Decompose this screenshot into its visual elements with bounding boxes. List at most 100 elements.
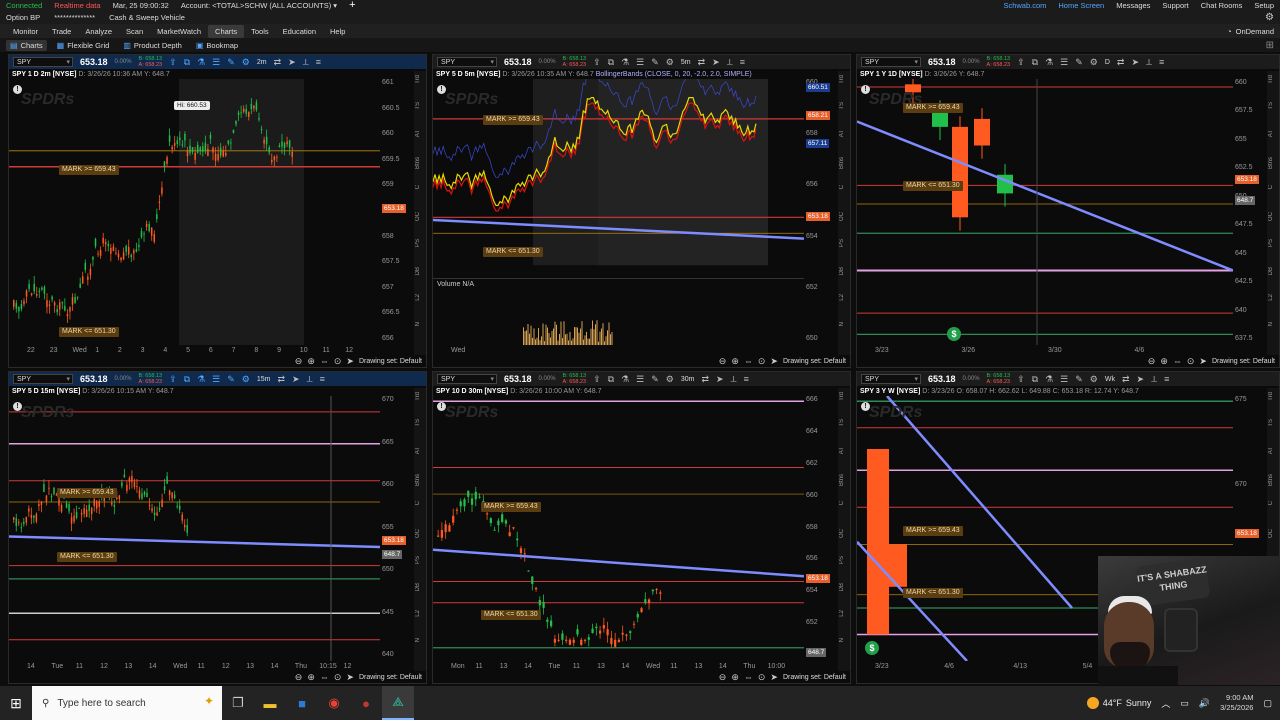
sync-icon[interactable]: ⇄: [698, 57, 706, 68]
side-tab[interactable]: Trd: [415, 75, 421, 84]
side-tab[interactable]: PS: [415, 239, 421, 247]
side-tab[interactable]: AT: [839, 130, 845, 137]
drawings-icon[interactable]: ≡: [740, 57, 745, 67]
side-tab[interactable]: Trd: [839, 392, 845, 401]
flask-icon[interactable]: ⚗: [1045, 57, 1053, 68]
side-tab[interactable]: DB: [1268, 267, 1274, 275]
reset-zoom-icon[interactable]: ⊙: [1187, 356, 1195, 367]
menu-help[interactable]: Help: [323, 25, 352, 38]
support-link[interactable]: Support: [1162, 1, 1188, 10]
notification-icon[interactable]: ▢: [1263, 698, 1272, 709]
side-tab[interactable]: AT: [415, 447, 421, 454]
ruler-icon[interactable]: ⟂: [731, 374, 737, 385]
pencil-icon[interactable]: ✎: [1075, 374, 1083, 385]
menu-tools[interactable]: Tools: [244, 25, 276, 38]
gear-icon[interactable]: ⚙: [666, 374, 674, 385]
symbol-selector[interactable]: SPY: [13, 374, 73, 384]
style-icon[interactable]: ☰: [1060, 374, 1068, 385]
side-tab[interactable]: C: [839, 501, 845, 505]
side-tab[interactable]: OC: [839, 212, 845, 221]
drawing-set-label[interactable]: Drawing set: Default: [783, 358, 846, 365]
cursor-mode-icon[interactable]: ➤: [346, 672, 354, 683]
reset-zoom-icon[interactable]: ⊙: [758, 672, 766, 683]
mark-alert-low[interactable]: MARK <= 651.30: [903, 181, 963, 191]
share-icon[interactable]: ⇪: [593, 57, 601, 68]
home-screen-link[interactable]: Home Screen: [1058, 1, 1104, 10]
dividend-icon[interactable]: $: [947, 327, 961, 341]
pan-icon[interactable]: ⇔: [320, 672, 329, 682]
pan-icon[interactable]: ⇔: [744, 672, 753, 682]
mark-alert-high[interactable]: MARK >= 659.43: [481, 502, 541, 512]
mark-alert-high[interactable]: MARK >= 659.43: [483, 115, 543, 125]
mark-alert-low[interactable]: MARK <= 651.30: [57, 552, 117, 562]
cursor-mode-icon[interactable]: ➤: [1199, 356, 1207, 367]
side-tab[interactable]: Btns: [839, 474, 845, 486]
timeframe-selector[interactable]: 2m: [257, 59, 267, 66]
mark-alert-high[interactable]: MARK >= 659.43: [57, 488, 117, 498]
zoom-in-icon[interactable]: ⊕: [307, 672, 315, 683]
side-tab[interactable]: TS: [415, 419, 421, 427]
timeframe-selector[interactable]: Wk: [1105, 376, 1115, 383]
side-tab[interactable]: N: [839, 638, 845, 642]
pencil-icon[interactable]: ✎: [1075, 57, 1083, 68]
side-tab[interactable]: OC: [415, 529, 421, 538]
sync-icon[interactable]: ⇄: [1122, 374, 1130, 385]
side-tab[interactable]: Trd: [1268, 392, 1274, 401]
record-app-icon[interactable]: ●: [350, 686, 382, 720]
drawings-icon[interactable]: ≡: [320, 374, 325, 384]
ondemand-button[interactable]: ◔ OnDemand: [1227, 27, 1274, 36]
side-tab[interactable]: L2: [415, 610, 421, 617]
side-tab[interactable]: TS: [839, 419, 845, 427]
chrome-icon[interactable]: ◉: [318, 686, 350, 720]
mark-alert-low[interactable]: MARK <= 651.30: [903, 588, 963, 598]
cursor-icon[interactable]: ➤: [1137, 374, 1145, 385]
weather-widget[interactable]: 44°F Sunny: [1086, 697, 1151, 709]
price-plot[interactable]: [857, 79, 1233, 345]
symbol-selector[interactable]: SPY: [861, 374, 921, 384]
link-icon[interactable]: ⧉: [608, 374, 614, 385]
side-tab[interactable]: C: [415, 185, 421, 189]
side-tab[interactable]: AT: [839, 447, 845, 454]
style-icon[interactable]: ☰: [636, 57, 644, 68]
side-tab[interactable]: PS: [1268, 239, 1274, 247]
side-tab[interactable]: Btns: [839, 157, 845, 169]
pan-icon[interactable]: ⇔: [744, 356, 753, 366]
flask-icon[interactable]: ⚗: [197, 57, 205, 68]
zoom-out-icon[interactable]: ⊖: [295, 672, 303, 683]
zoom-in-icon[interactable]: ⊕: [731, 672, 739, 683]
cursor-icon[interactable]: ➤: [712, 57, 720, 68]
style-icon[interactable]: ☰: [636, 374, 644, 385]
side-tab[interactable]: PS: [839, 556, 845, 564]
mark-alert-low[interactable]: MARK <= 651.30: [59, 327, 119, 337]
pencil-icon[interactable]: ✎: [227, 374, 235, 385]
flask-icon[interactable]: ⚗: [1045, 374, 1053, 385]
share-icon[interactable]: ⇪: [1017, 374, 1025, 385]
thinkorswim-icon[interactable]: ⟁: [382, 686, 414, 720]
cursor-icon[interactable]: ➤: [1131, 57, 1139, 68]
side-tab[interactable]: N: [415, 638, 421, 642]
network-icon[interactable]: ▭: [1180, 698, 1189, 709]
mark-alert-high[interactable]: MARK >= 659.43: [903, 103, 963, 113]
side-tab[interactable]: N: [1268, 322, 1274, 326]
side-tab[interactable]: Btns: [415, 474, 421, 486]
sync-icon[interactable]: ⇄: [277, 374, 285, 385]
alert-icon[interactable]: !: [13, 402, 22, 411]
side-tab[interactable]: DB: [415, 267, 421, 275]
side-tab[interactable]: Btns: [415, 157, 421, 169]
chevron-up-icon[interactable]: ︿: [1161, 697, 1170, 710]
style-icon[interactable]: ☰: [1060, 57, 1068, 68]
menu-monitor[interactable]: Monitor: [6, 25, 45, 38]
symbol-selector[interactable]: SPY: [437, 374, 497, 384]
gear-icon[interactable]: ⚙: [1265, 12, 1274, 23]
side-tab[interactable]: L2: [415, 294, 421, 301]
cursor-mode-icon[interactable]: ➤: [770, 672, 778, 683]
side-tab[interactable]: TS: [839, 102, 845, 110]
side-tab[interactable]: C: [1268, 501, 1274, 505]
zoom-out-icon[interactable]: ⊖: [295, 356, 303, 367]
menu-charts[interactable]: Charts: [208, 24, 245, 38]
drawing-set-label[interactable]: Drawing set: Default: [783, 674, 846, 681]
alert-icon[interactable]: !: [13, 85, 22, 94]
side-tab[interactable]: OC: [1268, 212, 1274, 221]
side-tab[interactable]: L2: [839, 294, 845, 301]
tab-product-depth[interactable]: ▥ Product Depth: [119, 40, 186, 51]
